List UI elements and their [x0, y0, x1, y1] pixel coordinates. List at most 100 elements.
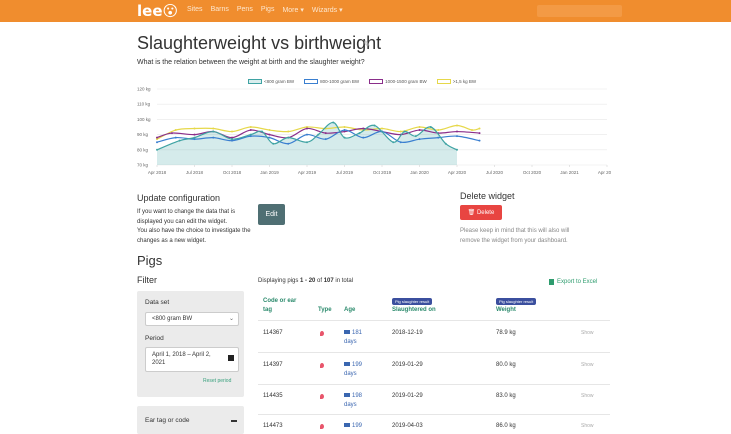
cell-slaughter-date: 2019-01-29: [392, 393, 423, 399]
cell-age[interactable]: 199 days: [344, 361, 362, 379]
pagination-summary: Displaying pigs 1 - 20 of 107 in total: [258, 278, 353, 284]
config-text-line: If you want to change the data that is: [137, 209, 236, 215]
delete-text-line: Please keep in mind that this will also …: [460, 228, 570, 234]
legend-item-3[interactable]: 1000-1500 gram BW: [369, 79, 427, 84]
cell-age[interactable]: 181 days: [344, 329, 362, 347]
cell-age[interactable]: 199: [344, 422, 362, 431]
legend-label-3: 1000-1500 gram BW: [385, 79, 427, 84]
y-tick-label: 90 kg: [137, 132, 149, 137]
data-point-2: [437, 136, 440, 139]
cell-tag[interactable]: 114435: [263, 392, 283, 401]
app-logo[interactable]: lee😮: [137, 3, 178, 19]
data-point-4: [249, 126, 252, 128]
folder-icon: [344, 423, 350, 427]
dataset-select[interactable]: <800 gram BW ⌄: [145, 312, 239, 326]
y-tick-label: 110 kg: [137, 102, 151, 107]
cell-tag[interactable]: 114397: [263, 361, 283, 370]
table-divider: [258, 352, 610, 353]
data-point-2: [418, 138, 421, 141]
data-point-3: [171, 132, 173, 135]
age-num: 199: [352, 423, 363, 429]
data-point-1: [373, 124, 376, 127]
data-point-1: [287, 136, 290, 139]
data-point-1: [249, 133, 252, 136]
period-label: Period: [145, 335, 164, 342]
update-config-text: If you want to change the data that is d…: [137, 208, 251, 246]
show-row-link[interactable]: Show: [581, 423, 594, 429]
eartag-label: Ear tag or code: [145, 417, 190, 424]
edit-widget-button[interactable]: Edit: [258, 204, 285, 225]
nav-item-pens[interactable]: Pens: [237, 6, 253, 14]
data-point-3: [478, 132, 481, 135]
chevron-down-icon: ⌄: [228, 316, 234, 322]
legend-item-2[interactable]: 800-1000 gram BW: [304, 79, 359, 84]
show-row-link[interactable]: Show: [581, 362, 594, 368]
summary-total: 107: [323, 278, 334, 284]
data-point-4: [174, 129, 177, 132]
show-row-link[interactable]: Show: [581, 330, 594, 336]
column-header-tag-line: Code or ear: [263, 298, 297, 304]
cell-weight: 80.0 kg: [496, 362, 516, 368]
period-date-range-input[interactable]: April 1, 2018 – April 2, 2021: [145, 347, 239, 372]
data-point-1: [261, 130, 263, 133]
show-row-link[interactable]: Show: [581, 393, 594, 399]
period-value-line: April 1, 2018 – April 2,: [152, 352, 211, 358]
female-pig-icon: [320, 331, 324, 336]
age-unit: days: [344, 402, 357, 408]
nav-item-sites[interactable]: Sites: [187, 6, 203, 14]
data-point-2: [212, 136, 215, 139]
export-excel-button[interactable]: Export to Excel: [549, 279, 597, 285]
legend-item-4[interactable]: >1,5 kg BW: [436, 79, 477, 84]
data-point-1: [178, 139, 181, 142]
collapse-minus-icon[interactable]: [231, 420, 237, 422]
data-point-4: [381, 127, 383, 130]
age-num: 181: [352, 330, 363, 336]
delete-widget-button[interactable]: 🗑 Delete: [460, 205, 502, 220]
legend-label-4: >1,5 kg BW: [452, 79, 477, 84]
nav-search-field[interactable]: [537, 5, 622, 17]
data-point-2: [399, 141, 402, 144]
cell-weight: 78.9 kg: [496, 330, 516, 336]
column-header-slaughtered-on[interactable]: Slaughtered on: [392, 306, 436, 315]
dataset-label: Data set: [145, 299, 170, 306]
column-header-age[interactable]: Age: [344, 306, 355, 315]
column-header-weight[interactable]: Weight: [496, 306, 516, 315]
data-point-1: [231, 138, 233, 141]
nav-item-barns[interactable]: Barns: [211, 6, 229, 14]
data-point-1: [343, 136, 346, 139]
data-point-2: [306, 133, 308, 136]
data-point-1: [456, 148, 458, 151]
data-point-2: [362, 136, 365, 139]
column-header-tag[interactable]: Code or ear tag: [263, 297, 296, 315]
calendar-icon[interactable]: [228, 355, 234, 361]
data-point-4: [399, 130, 402, 133]
data-point-2: [268, 136, 271, 139]
legend-label-2: 800-1000 gram BW: [320, 79, 360, 84]
folder-icon: [344, 393, 350, 397]
legend-item-1[interactable]: <800 gram BW: [248, 79, 294, 84]
nav-item-pigs[interactable]: Pigs: [261, 6, 275, 14]
column-header-type[interactable]: Type: [318, 306, 332, 315]
data-point-3: [193, 133, 196, 136]
y-tick-label: 100 kg: [137, 117, 151, 122]
nav-item-wizards[interactable]: Wizards ▾: [312, 6, 343, 14]
reset-period-link[interactable]: Reset period: [203, 378, 231, 384]
data-point-1: [272, 142, 275, 145]
data-point-3: [324, 132, 327, 135]
config-text-line: You also have the choice to investigate …: [137, 228, 251, 234]
data-point-4: [456, 124, 458, 127]
pencil-icon[interactable]: ✎: [363, 39, 371, 50]
page-title: Slaughterweight vs birthweight: [137, 33, 382, 53]
cell-age[interactable]: 198 days: [344, 392, 362, 410]
age-num: 198: [352, 393, 363, 399]
x-tick-label: Oct 2019: [373, 170, 392, 175]
nav-item-more[interactable]: More ▾: [282, 6, 303, 14]
period-value-line: 2021: [152, 360, 166, 366]
legend-swatch-1: [248, 79, 262, 84]
cell-tag[interactable]: 114367: [263, 329, 283, 338]
cell-tag[interactable]: 114473: [263, 422, 283, 431]
data-point-4: [268, 129, 271, 132]
cell-weight: 83.0 kg: [496, 393, 516, 399]
data-point-3: [156, 136, 158, 139]
page-subtitle: What is the relation between the weight …: [137, 59, 365, 66]
